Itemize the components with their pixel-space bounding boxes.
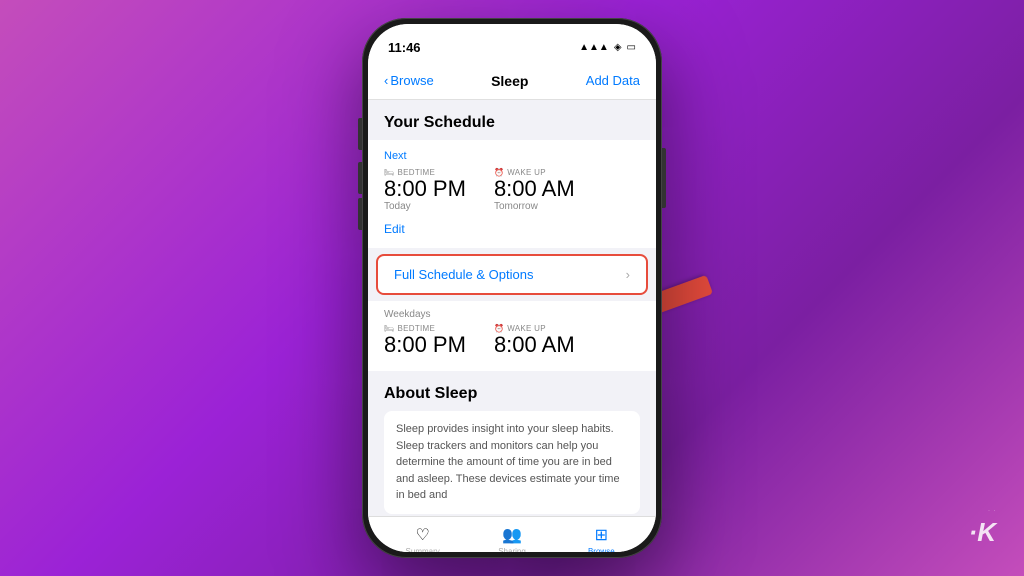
full-schedule-button[interactable]: Full Schedule & Options › — [376, 254, 648, 295]
brand-logo-area: · · ·K — [969, 505, 996, 548]
nav-bar: ‹ Browse Sleep Add Data — [368, 62, 656, 100]
nav-title: Sleep — [491, 73, 528, 89]
bedtime-day: Today — [384, 201, 466, 212]
weekdays-schedule-row: 🛏 BEDTIME 8:00 PM ⏰ WAKE UP 8:00 AM — [384, 324, 640, 357]
tab-browse[interactable]: ⊞ Browse — [557, 525, 646, 552]
tab-summary-label: Summary — [406, 547, 440, 552]
weekdays-label: Weekdays — [384, 309, 640, 320]
status-bar: 11:46 ▲▲▲ ◈ ▭ — [368, 24, 656, 62]
tab-browse-label: Browse — [588, 547, 615, 552]
brand-logo: ·K — [969, 517, 996, 548]
about-sleep-body: Sleep provides insight into your sleep h… — [384, 411, 640, 514]
status-time: 11:46 — [388, 40, 421, 55]
wakeup-time: 8:00 AM — [494, 177, 575, 201]
add-data-button[interactable]: Add Data — [586, 73, 640, 88]
weekdays-bedtime-time: 8:00 PM — [384, 333, 466, 357]
weekdays-wakeup-item: ⏰ WAKE UP 8:00 AM — [494, 324, 575, 357]
tab-bar: ♡ Summary 👥 Sharing ⊞ Browse — [368, 516, 656, 552]
bedtime-item: 🛏 BEDTIME 8:00 PM Today — [384, 168, 466, 212]
bedtime-time: 8:00 PM — [384, 177, 466, 201]
heart-icon: ♡ — [415, 525, 429, 545]
chevron-right-icon: › — [626, 267, 630, 282]
schedule-row: 🛏 BEDTIME 8:00 PM Today ⏰ WAKE UP 8:00 — [384, 168, 640, 212]
tab-sharing[interactable]: 👥 Sharing — [467, 525, 556, 552]
brand-dots: · · — [969, 505, 996, 515]
weekdays-wakeup-time: 8:00 AM — [494, 333, 575, 357]
status-icons: ▲▲▲ ◈ ▭ — [579, 42, 636, 53]
tab-summary[interactable]: ♡ Summary — [378, 525, 467, 552]
phone-frame: 11:46 ▲▲▲ ◈ ▭ ‹ Browse Sleep Add Data — [362, 18, 662, 558]
full-schedule-label: Full Schedule & Options — [394, 267, 533, 282]
grid-icon: ⊞ — [595, 525, 608, 545]
battery-icon: ▭ — [627, 42, 636, 53]
schedule-card: Next 🛏 BEDTIME 8:00 PM Today — [368, 140, 656, 248]
edit-button[interactable]: Edit — [384, 222, 405, 236]
weekdays-bedtime-item: 🛏 BEDTIME 8:00 PM — [384, 324, 466, 357]
wakeup-item: ⏰ WAKE UP 8:00 AM Tomorrow — [494, 168, 575, 212]
sharing-icon: 👥 — [502, 525, 522, 545]
about-sleep-section: About Sleep Sleep provides insight into … — [368, 371, 656, 516]
chevron-left-icon: ‹ — [384, 73, 388, 88]
tab-sharing-label: Sharing — [498, 547, 526, 552]
schedule-section-header: Your Schedule — [368, 100, 656, 140]
weekdays-card: Weekdays 🛏 BEDTIME 8:00 PM ⏰ — [368, 301, 656, 371]
phone-wrapper: 11:46 ▲▲▲ ◈ ▭ ‹ Browse Sleep Add Data — [362, 18, 662, 558]
signal-icon: ▲▲▲ — [579, 42, 609, 53]
nav-back-label: Browse — [390, 73, 433, 88]
next-label: Next — [384, 150, 640, 162]
content-area: Your Schedule Next 🛏 BEDTIME 8:00 PM Tod… — [368, 100, 656, 516]
wifi-icon: ◈ — [614, 42, 622, 53]
wakeup-day: Tomorrow — [494, 201, 575, 212]
phone-screen: 11:46 ▲▲▲ ◈ ▭ ‹ Browse Sleep Add Data — [368, 24, 656, 552]
about-sleep-title: About Sleep — [384, 385, 640, 403]
nav-back-button[interactable]: ‹ Browse — [384, 73, 434, 88]
